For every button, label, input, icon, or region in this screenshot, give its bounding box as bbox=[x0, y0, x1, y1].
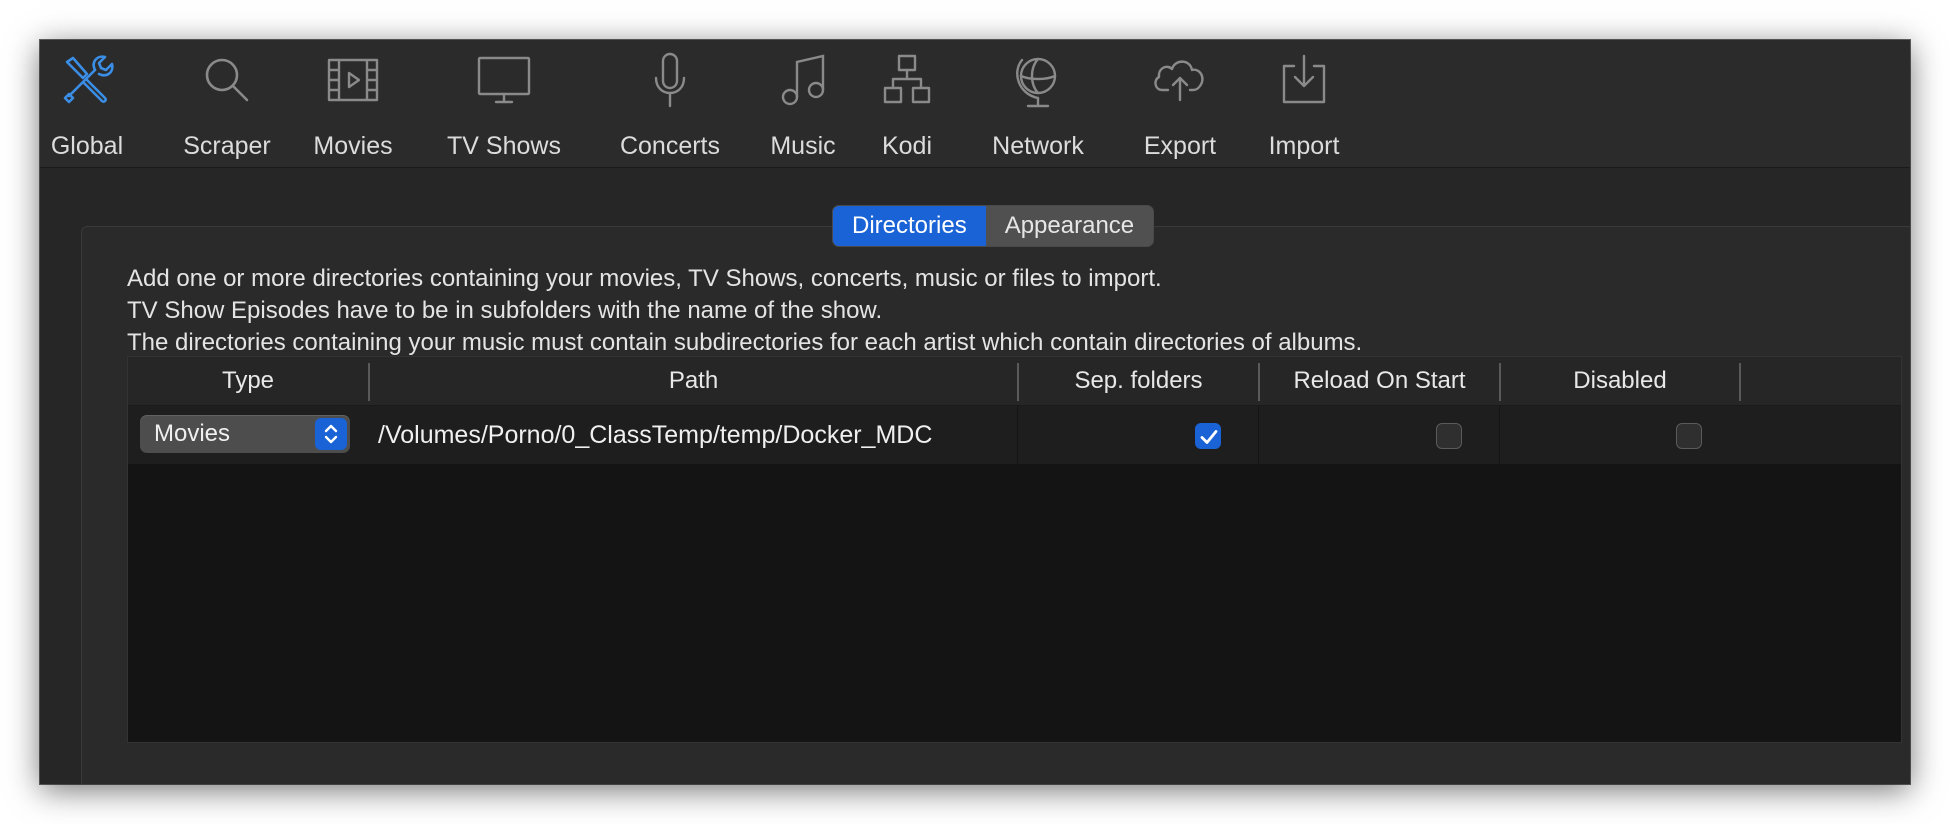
table-header: Type Path Sep. folders Reload On Start D… bbox=[128, 357, 1901, 406]
column-divider[interactable] bbox=[1739, 363, 1741, 401]
column-header-path[interactable]: Path bbox=[370, 357, 1017, 405]
globe-icon bbox=[1008, 50, 1068, 110]
toolbar-item-export[interactable]: Export bbox=[1118, 50, 1242, 162]
sep-folders-checkbox[interactable] bbox=[1195, 423, 1221, 449]
type-select-value: Movies bbox=[154, 420, 231, 447]
search-icon bbox=[197, 50, 257, 110]
cell-divider bbox=[1258, 406, 1259, 464]
directories-description: Add one or more directories containing y… bbox=[127, 263, 1362, 359]
description-line: TV Show Episodes have to be in subfolder… bbox=[127, 297, 883, 324]
film-icon bbox=[323, 50, 383, 110]
toolbar-item-label: TV Shows bbox=[447, 132, 561, 160]
toolbar-item-import[interactable]: Import bbox=[1242, 50, 1366, 162]
toolbar-item-label: Global bbox=[50, 132, 124, 160]
table-row[interactable]: Movies /Volumes/Porno/0_ClassTemp/temp/D… bbox=[128, 406, 1901, 464]
toolbar-item-network[interactable]: Network bbox=[970, 50, 1106, 162]
toolbar-item-label: Network bbox=[992, 132, 1084, 160]
column-header-type[interactable]: Type bbox=[128, 357, 368, 405]
toolbar-item-music[interactable]: Music bbox=[760, 50, 846, 162]
toolbar-item-label: Scraper bbox=[183, 132, 271, 160]
toolbar-item-concerts[interactable]: Concerts bbox=[605, 50, 735, 162]
description-line: The directories containing your music mu… bbox=[127, 329, 1363, 356]
toolbar-item-label: Concerts bbox=[619, 132, 721, 160]
cell-divider bbox=[1499, 406, 1500, 464]
tab-switcher: Directories Appearance bbox=[832, 205, 1155, 247]
microphone-icon bbox=[640, 50, 700, 110]
type-select[interactable]: Movies bbox=[140, 415, 350, 453]
disabled-checkbox[interactable] bbox=[1676, 423, 1702, 449]
toolbar-item-label: Movies bbox=[313, 132, 393, 160]
network-tree-icon bbox=[877, 50, 937, 110]
toolbar-item-movies[interactable]: Movies bbox=[303, 50, 403, 162]
toolbar-item-label: Import bbox=[1268, 132, 1340, 160]
music-note-icon bbox=[773, 50, 833, 110]
toolbar-item-label: Kodi bbox=[881, 132, 933, 160]
tools-icon bbox=[57, 50, 117, 110]
toolbar-item-tv-shows[interactable]: TV Shows bbox=[437, 50, 571, 162]
tab-appearance[interactable]: Appearance bbox=[985, 206, 1154, 246]
settings-content: Directories Appearance Add one or more d… bbox=[40, 168, 1910, 784]
checkmark-icon bbox=[1200, 430, 1218, 444]
tray-download-icon bbox=[1274, 50, 1334, 110]
monitor-icon bbox=[474, 50, 534, 110]
column-header-disabled[interactable]: Disabled bbox=[1501, 357, 1739, 405]
tab-directories[interactable]: Directories bbox=[833, 206, 986, 246]
toolbar-item-label: Music bbox=[770, 132, 836, 160]
toolbar-item-scraper[interactable]: Scraper bbox=[170, 50, 284, 162]
reload-on-start-checkbox[interactable] bbox=[1436, 423, 1462, 449]
toolbar-item-global[interactable]: Global bbox=[40, 50, 134, 162]
directory-path[interactable]: /Volumes/Porno/0_ClassTemp/temp/Docker_M… bbox=[378, 406, 932, 464]
cloud-upload-icon bbox=[1150, 50, 1210, 110]
cell-divider bbox=[1017, 406, 1018, 464]
directories-table: Type Path Sep. folders Reload On Start D… bbox=[127, 356, 1902, 743]
toolbar-item-kodi[interactable]: Kodi bbox=[872, 50, 942, 162]
description-line: Add one or more directories containing y… bbox=[127, 265, 1162, 292]
preferences-window: Global Scraper Movies TV Shows Concerts … bbox=[40, 40, 1910, 784]
toolbar-item-label: Export bbox=[1143, 132, 1217, 160]
settings-toolbar: Global Scraper Movies TV Shows Concerts … bbox=[40, 40, 1910, 168]
chevron-updown-icon bbox=[315, 418, 347, 450]
column-header-reload-on-start[interactable]: Reload On Start bbox=[1260, 357, 1499, 405]
column-header-sep-folders[interactable]: Sep. folders bbox=[1019, 357, 1258, 405]
